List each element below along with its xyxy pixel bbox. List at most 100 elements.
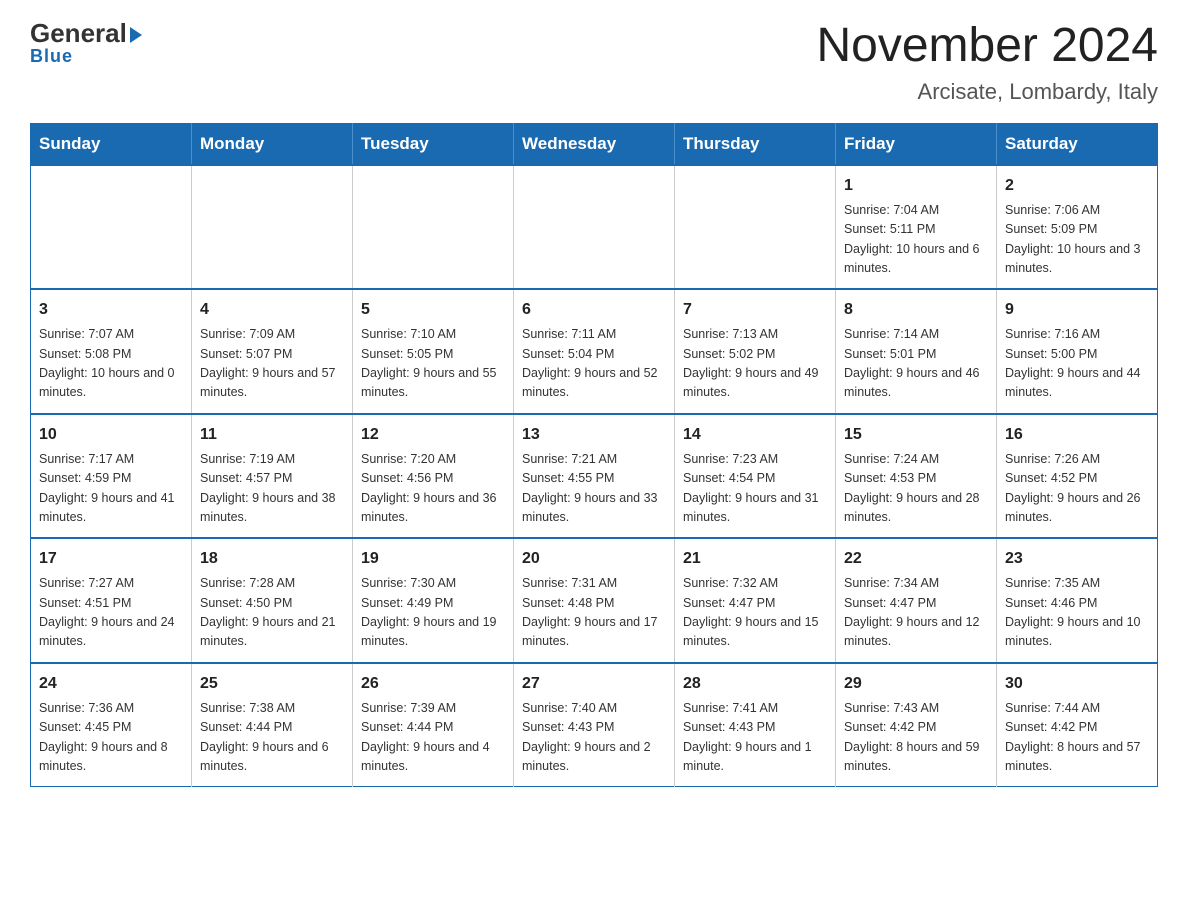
day-info: Sunrise: 7:34 AM Sunset: 4:47 PM Dayligh… [844, 574, 988, 652]
day-number: 26 [361, 672, 505, 696]
week-row-1: 1 Sunrise: 7:04 AM Sunset: 5:11 PM Daylig… [31, 165, 1158, 290]
day-cell: 20 Sunrise: 7:31 AM Sunset: 4:48 PM Dayli… [514, 538, 675, 663]
day-cell: 9Sunrise: 7:16 AM Sunset: 5:00 PM Daylig… [997, 289, 1158, 414]
day-info: Sunrise: 7:36 AM Sunset: 4:45 PM Dayligh… [39, 699, 183, 777]
day-number: 7 [683, 298, 827, 322]
header-monday: Monday [192, 123, 353, 165]
week-row-4: 17 Sunrise: 7:27 AM Sunset: 4:51 PM Dayli… [31, 538, 1158, 663]
day-cell: 7Sunrise: 7:13 AM Sunset: 5:02 PM Daylig… [675, 289, 836, 414]
day-cell: 11 Sunrise: 7:19 AM Sunset: 4:57 PM Dayli… [192, 414, 353, 539]
day-number: 21 [683, 547, 827, 571]
day-info: Sunrise: 7:39 AM Sunset: 4:44 PM Dayligh… [361, 699, 505, 777]
day-number: 19 [361, 547, 505, 571]
day-cell: 23 Sunrise: 7:35 AM Sunset: 4:46 PM Dayli… [997, 538, 1158, 663]
day-info: Sunrise: 7:31 AM Sunset: 4:48 PM Dayligh… [522, 574, 666, 652]
day-number: 16 [1005, 423, 1149, 447]
day-info: Sunrise: 7:07 AM Sunset: 5:08 PM Dayligh… [39, 325, 183, 403]
logo-general: General [30, 20, 142, 46]
day-cell: 29Sunrise: 7:43 AM Sunset: 4:42 PM Dayli… [836, 663, 997, 787]
day-number: 13 [522, 423, 666, 447]
header: General Blue November 2024 Arcisate, Lom… [30, 20, 1158, 105]
day-cell: 30Sunrise: 7:44 AM Sunset: 4:42 PM Dayli… [997, 663, 1158, 787]
calendar-table: SundayMondayTuesdayWednesdayThursdayFrid… [30, 123, 1158, 788]
day-cell: 10Sunrise: 7:17 AM Sunset: 4:59 PM Dayli… [31, 414, 192, 539]
day-cell: 13Sunrise: 7:21 AM Sunset: 4:55 PM Dayli… [514, 414, 675, 539]
header-thursday: Thursday [675, 123, 836, 165]
day-cell: 1 Sunrise: 7:04 AM Sunset: 5:11 PM Daylig… [836, 165, 997, 290]
logo-blue: Blue [30, 46, 73, 67]
day-cell: 4Sunrise: 7:09 AM Sunset: 5:07 PM Daylig… [192, 289, 353, 414]
day-info: Sunrise: 7:09 AM Sunset: 5:07 PM Dayligh… [200, 325, 344, 403]
day-info: Sunrise: 7:17 AM Sunset: 4:59 PM Dayligh… [39, 450, 183, 528]
day-info: Sunrise: 7:06 AM Sunset: 5:09 PM Dayligh… [1005, 201, 1149, 279]
day-number: 6 [522, 298, 666, 322]
day-number: 8 [844, 298, 988, 322]
day-number: 9 [1005, 298, 1149, 322]
week-row-3: 10Sunrise: 7:17 AM Sunset: 4:59 PM Dayli… [31, 414, 1158, 539]
day-info: Sunrise: 7:30 AM Sunset: 4:49 PM Dayligh… [361, 574, 505, 652]
day-info: Sunrise: 7:04 AM Sunset: 5:11 PM Dayligh… [844, 201, 988, 279]
day-cell: 18 Sunrise: 7:28 AM Sunset: 4:50 PM Dayli… [192, 538, 353, 663]
day-info: Sunrise: 7:24 AM Sunset: 4:53 PM Dayligh… [844, 450, 988, 528]
header-row: SundayMondayTuesdayWednesdayThursdayFrid… [31, 123, 1158, 165]
day-number: 27 [522, 672, 666, 696]
day-number: 15 [844, 423, 988, 447]
day-cell: 2Sunrise: 7:06 AM Sunset: 5:09 PM Daylig… [997, 165, 1158, 290]
day-cell [514, 165, 675, 290]
day-cell [31, 165, 192, 290]
day-cell: 15 Sunrise: 7:24 AM Sunset: 4:53 PM Dayli… [836, 414, 997, 539]
day-cell: 6 Sunrise: 7:11 AM Sunset: 5:04 PM Daylig… [514, 289, 675, 414]
day-number: 28 [683, 672, 827, 696]
day-number: 5 [361, 298, 505, 322]
day-info: Sunrise: 7:41 AM Sunset: 4:43 PM Dayligh… [683, 699, 827, 777]
day-number: 17 [39, 547, 183, 571]
subtitle: Arcisate, Lombardy, Italy [816, 79, 1158, 105]
header-saturday: Saturday [997, 123, 1158, 165]
day-cell [675, 165, 836, 290]
header-friday: Friday [836, 123, 997, 165]
day-number: 20 [522, 547, 666, 571]
day-info: Sunrise: 7:20 AM Sunset: 4:56 PM Dayligh… [361, 450, 505, 528]
day-cell: 19 Sunrise: 7:30 AM Sunset: 4:49 PM Dayli… [353, 538, 514, 663]
day-number: 22 [844, 547, 988, 571]
day-info: Sunrise: 7:11 AM Sunset: 5:04 PM Dayligh… [522, 325, 666, 403]
day-cell: 21 Sunrise: 7:32 AM Sunset: 4:47 PM Dayli… [675, 538, 836, 663]
day-info: Sunrise: 7:27 AM Sunset: 4:51 PM Dayligh… [39, 574, 183, 652]
day-number: 3 [39, 298, 183, 322]
day-info: Sunrise: 7:28 AM Sunset: 4:50 PM Dayligh… [200, 574, 344, 652]
day-info: Sunrise: 7:35 AM Sunset: 4:46 PM Dayligh… [1005, 574, 1149, 652]
day-number: 1 [844, 174, 988, 198]
day-info: Sunrise: 7:40 AM Sunset: 4:43 PM Dayligh… [522, 699, 666, 777]
day-number: 14 [683, 423, 827, 447]
day-cell: 28 Sunrise: 7:41 AM Sunset: 4:43 PM Dayli… [675, 663, 836, 787]
week-row-5: 24Sunrise: 7:36 AM Sunset: 4:45 PM Dayli… [31, 663, 1158, 787]
week-row-2: 3 Sunrise: 7:07 AM Sunset: 5:08 PM Daylig… [31, 289, 1158, 414]
day-number: 18 [200, 547, 344, 571]
header-tuesday: Tuesday [353, 123, 514, 165]
day-cell: 27 Sunrise: 7:40 AM Sunset: 4:43 PM Dayli… [514, 663, 675, 787]
day-cell: 24Sunrise: 7:36 AM Sunset: 4:45 PM Dayli… [31, 663, 192, 787]
day-cell [192, 165, 353, 290]
header-sunday: Sunday [31, 123, 192, 165]
day-info: Sunrise: 7:44 AM Sunset: 4:42 PM Dayligh… [1005, 699, 1149, 777]
day-info: Sunrise: 7:19 AM Sunset: 4:57 PM Dayligh… [200, 450, 344, 528]
day-number: 25 [200, 672, 344, 696]
day-info: Sunrise: 7:26 AM Sunset: 4:52 PM Dayligh… [1005, 450, 1149, 528]
day-number: 12 [361, 423, 505, 447]
day-cell: 25 Sunrise: 7:38 AM Sunset: 4:44 PM Dayli… [192, 663, 353, 787]
day-cell [353, 165, 514, 290]
day-cell: 12 Sunrise: 7:20 AM Sunset: 4:56 PM Dayli… [353, 414, 514, 539]
day-number: 11 [200, 423, 344, 447]
day-cell: 14Sunrise: 7:23 AM Sunset: 4:54 PM Dayli… [675, 414, 836, 539]
day-cell: 26 Sunrise: 7:39 AM Sunset: 4:44 PM Dayli… [353, 663, 514, 787]
header-wednesday: Wednesday [514, 123, 675, 165]
day-cell: 22 Sunrise: 7:34 AM Sunset: 4:47 PM Dayli… [836, 538, 997, 663]
day-info: Sunrise: 7:10 AM Sunset: 5:05 PM Dayligh… [361, 325, 505, 403]
day-info: Sunrise: 7:32 AM Sunset: 4:47 PM Dayligh… [683, 574, 827, 652]
day-number: 29 [844, 672, 988, 696]
day-info: Sunrise: 7:38 AM Sunset: 4:44 PM Dayligh… [200, 699, 344, 777]
day-info: Sunrise: 7:14 AM Sunset: 5:01 PM Dayligh… [844, 325, 988, 403]
day-number: 23 [1005, 547, 1149, 571]
day-cell: 3 Sunrise: 7:07 AM Sunset: 5:08 PM Daylig… [31, 289, 192, 414]
day-cell: 17 Sunrise: 7:27 AM Sunset: 4:51 PM Dayli… [31, 538, 192, 663]
